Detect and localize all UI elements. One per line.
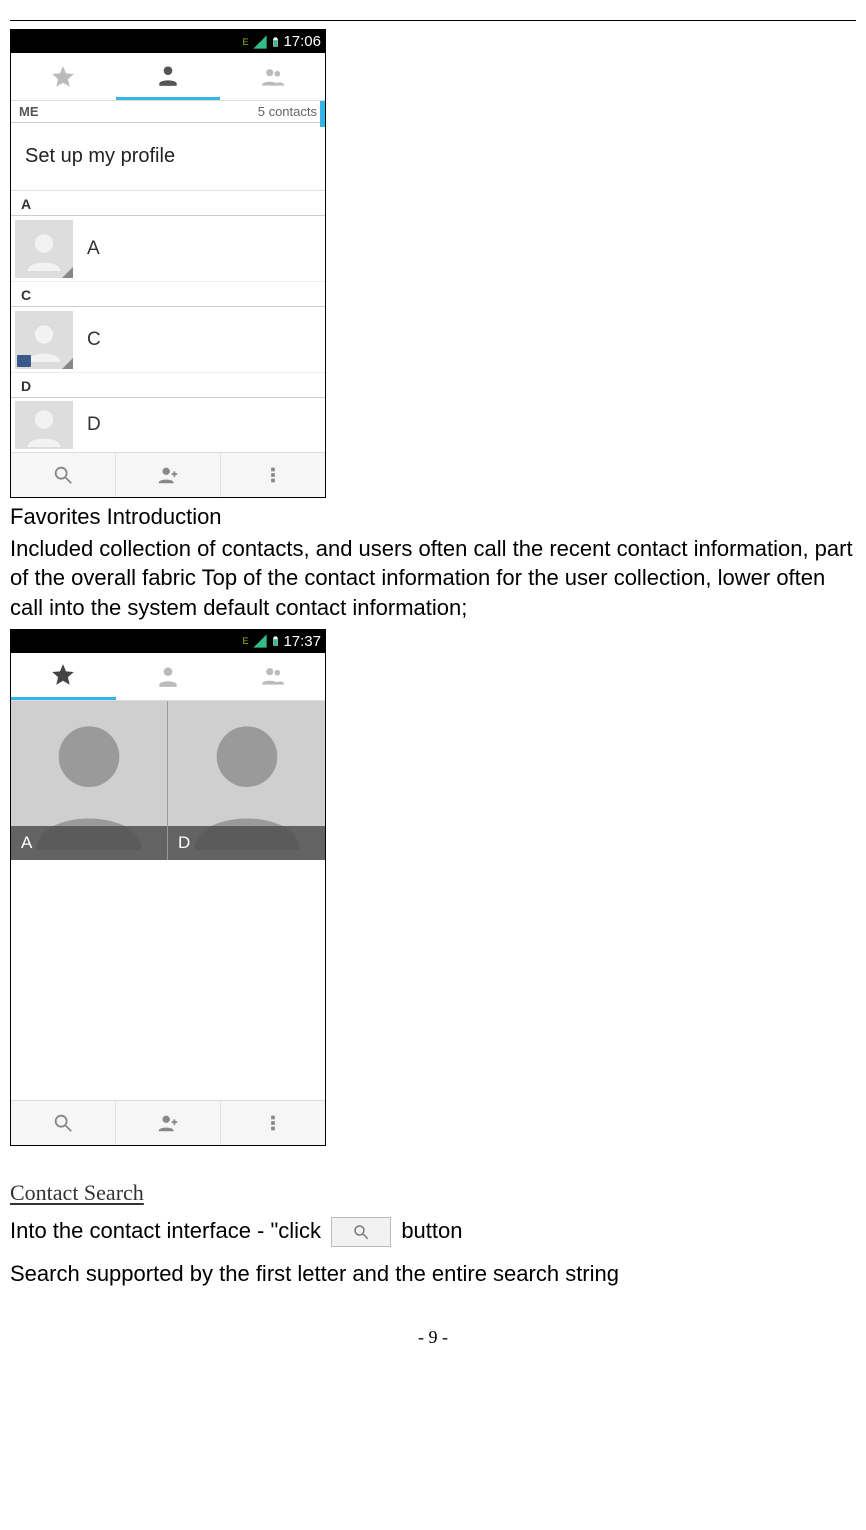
person-icon	[155, 663, 181, 689]
avatar	[15, 311, 73, 369]
add-contact-button[interactable]	[116, 453, 221, 497]
avatar	[15, 401, 73, 449]
tabs	[11, 53, 325, 101]
bottom-bar	[11, 1100, 325, 1145]
favorite-label: A	[11, 826, 167, 860]
tabs	[11, 653, 325, 701]
page-top-rule	[10, 20, 856, 21]
search-icon	[52, 1112, 74, 1134]
letter-header-d: D	[11, 373, 325, 398]
sim-badge-icon	[17, 355, 31, 367]
screenshot-contacts: E 17:06 ME 5 contacts Set up my profile	[10, 29, 326, 498]
screenshot-favorites: E 17:37 A	[10, 629, 326, 1146]
tab-favorites[interactable]	[11, 653, 116, 700]
text-part-b: button	[401, 1218, 462, 1243]
contact-name: A	[87, 238, 100, 260]
favorite-tile[interactable]: A	[11, 701, 168, 860]
tab-groups[interactable]	[220, 53, 325, 100]
add-person-icon	[157, 464, 179, 486]
contacts-count: 5 contacts	[258, 104, 317, 119]
status-bar: E 17:37	[11, 630, 325, 653]
contact-row[interactable]: D	[11, 398, 325, 452]
favorites-grid: A D	[11, 701, 325, 860]
signal-icon	[252, 34, 268, 50]
battery-icon	[270, 633, 281, 649]
scroll-indicator	[320, 101, 325, 127]
setup-profile-label: Set up my profile	[25, 145, 175, 167]
me-label: ME	[19, 104, 39, 119]
avatar-placeholder-icon	[22, 403, 66, 447]
favorites-body: Included collection of contacts, and use…	[10, 534, 856, 623]
overflow-menu-icon	[262, 1112, 284, 1134]
avatar-placeholder-icon	[22, 227, 66, 271]
status-time: 17:37	[283, 633, 321, 650]
search-button[interactable]	[11, 453, 116, 497]
empty-area	[11, 860, 325, 1100]
contact-name: D	[87, 414, 101, 436]
tab-contacts[interactable]	[116, 653, 221, 700]
tab-favorites[interactable]	[11, 53, 116, 100]
contact-row[interactable]: A	[11, 216, 325, 282]
status-bar: E 17:06	[11, 30, 325, 53]
search-button[interactable]	[11, 1101, 116, 1145]
bottom-bar	[11, 452, 325, 497]
group-icon	[260, 663, 286, 689]
contact-name: C	[87, 329, 101, 351]
text-part-a: Into the contact interface - "click	[10, 1218, 321, 1243]
add-person-icon	[157, 1112, 179, 1134]
letter-header-c: C	[11, 282, 325, 307]
inline-search-button[interactable]	[331, 1217, 391, 1247]
person-icon	[155, 62, 181, 88]
letter-header-a: A	[11, 191, 325, 216]
signal-icon	[252, 633, 268, 649]
favorite-label: D	[168, 826, 325, 860]
contact-row[interactable]: C	[11, 307, 325, 373]
search-icon	[352, 1223, 370, 1241]
battery-icon	[270, 34, 281, 50]
search-icon	[52, 464, 74, 486]
tab-groups[interactable]	[220, 653, 325, 700]
tab-contacts[interactable]	[116, 53, 221, 100]
overflow-menu-icon	[262, 464, 284, 486]
group-icon	[260, 64, 286, 90]
me-header: ME 5 contacts	[11, 101, 325, 123]
menu-button[interactable]	[221, 1101, 325, 1145]
status-time: 17:06	[283, 33, 321, 50]
favorites-heading: Favorites Introduction	[10, 502, 856, 532]
avatar	[15, 220, 73, 278]
add-contact-button[interactable]	[116, 1101, 221, 1145]
contact-search-line2: Search supported by the first letter and…	[10, 1259, 856, 1289]
page-number: - 9 -	[0, 1327, 866, 1348]
contact-search-heading: Contact Search	[10, 1180, 856, 1206]
contact-search-line1: Into the contact interface - "click butt…	[10, 1216, 856, 1247]
star-icon	[50, 662, 76, 688]
star-icon	[50, 64, 76, 90]
menu-button[interactable]	[221, 453, 325, 497]
setup-profile-row[interactable]: Set up my profile	[11, 123, 325, 191]
favorite-tile[interactable]: D	[168, 701, 325, 860]
